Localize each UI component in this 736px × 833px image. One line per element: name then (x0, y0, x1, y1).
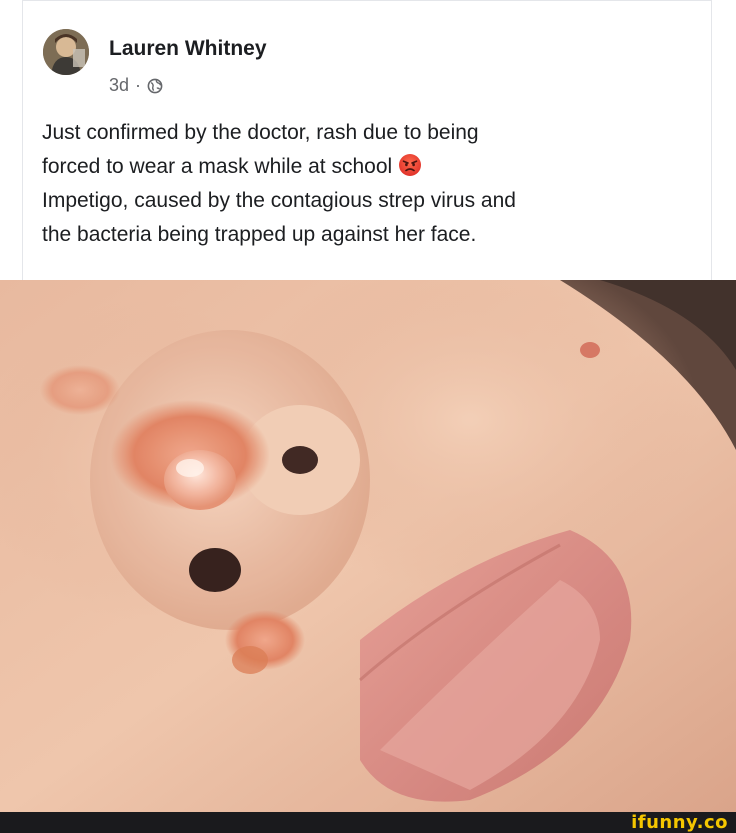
post-text: Just confirmed by the doctor, rash due t… (42, 116, 702, 252)
social-post-card: Lauren Whitney 3d · Just confirmed by th… (22, 0, 712, 280)
watermark-bar: ifunny.co (0, 812, 736, 833)
post-meta: 3d · (109, 75, 163, 96)
post-timestamp[interactable]: 3d (109, 75, 129, 96)
angry-face-emoji-icon (399, 154, 422, 176)
post-text-line: Impetigo, caused by the contagious strep… (42, 189, 516, 212)
post-text-line: Just confirmed by the doctor, rash due t… (42, 121, 479, 144)
avatar[interactable] (43, 29, 89, 75)
ifunny-watermark: ifunny.co (631, 812, 728, 833)
avatar-image (43, 29, 89, 75)
post-text-line-with-emoji: forced to wear a mask while at school (42, 150, 702, 184)
meta-separator: · (135, 75, 142, 95)
author-name[interactable]: Lauren Whitney (109, 37, 267, 61)
post-text-line: forced to wear a mask while at school (42, 155, 393, 178)
post-text-line: the bacteria being trapped up against he… (42, 223, 477, 246)
globe-icon (147, 78, 163, 93)
face-closeup-image (0, 280, 736, 812)
post-photo[interactable] (0, 280, 736, 812)
